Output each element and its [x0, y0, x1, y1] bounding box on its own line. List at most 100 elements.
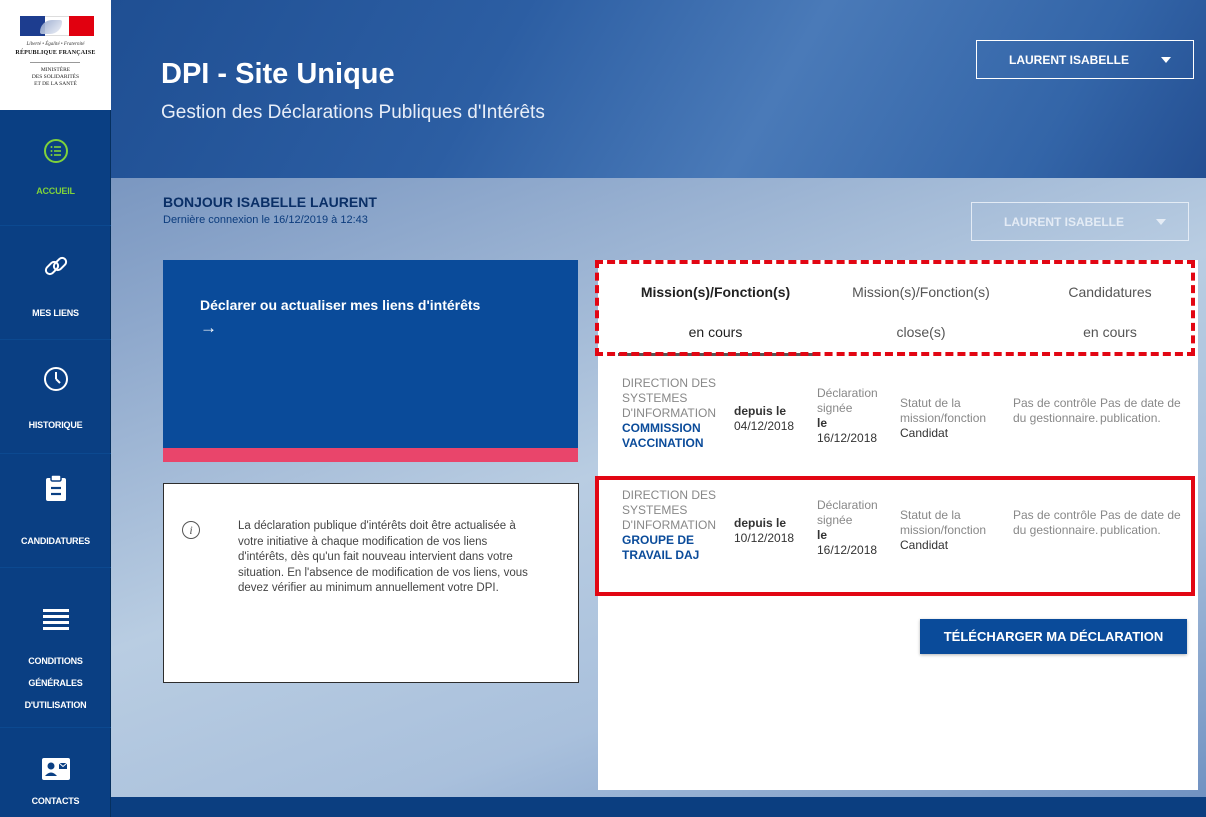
declaration-date: 16/12/2018 — [817, 431, 878, 445]
status-label: Statut de la mission/fonction — [900, 508, 987, 537]
mission-direction: DIRECTION DES SYSTEMES D'INFORMATION COM… — [622, 376, 737, 451]
logo-ministry-line: MINISTÈRE — [40, 67, 71, 73]
clipboard-icon — [45, 474, 66, 501]
sidebar-item-mes-liens[interactable]: MES LIENS — [0, 226, 111, 340]
declaration-date: 16/12/2018 — [817, 543, 878, 557]
mission-control: Pas de contrôle du gestionnaire. — [1013, 508, 1099, 537]
tab-candidatures-en-cours[interactable]: Candidatures en cours — [1030, 282, 1190, 342]
list-circle-icon — [43, 139, 68, 163]
direction-line: SYSTEMES — [622, 503, 688, 517]
sidebar-item-label: D'UTILISATION — [24, 700, 87, 710]
direction-line: SYSTEMES — [622, 391, 688, 405]
sidebar-item-label: HISTORIQUE — [28, 420, 83, 430]
logo-divider — [30, 62, 80, 63]
declaration-le: le — [817, 416, 828, 430]
tab-label: Candidatures — [1068, 284, 1152, 300]
since-label: depuis le — [734, 516, 787, 530]
declare-interests-card[interactable]: Déclarer ou actualiser mes liens d'intér… — [163, 260, 578, 462]
tab-label: Mission(s)/Fonction(s) — [852, 284, 990, 300]
tab-missions-en-cours[interactable]: Mission(s)/Fonction(s) en cours — [618, 282, 813, 342]
mission-since: depuis le 10/12/2018 — [734, 516, 796, 546]
status-value: Candidat — [900, 538, 949, 552]
sidebar-item-label: CONTACTS — [31, 796, 80, 806]
logo-ministry-line: DES SOLIDARITÉS — [31, 74, 80, 80]
mission-organization: TRAVAIL DAJ — [622, 548, 700, 562]
download-declaration-button[interactable]: TÉLÉCHARGER MA DÉCLARATION — [920, 619, 1187, 654]
declare-interests-label: Déclarer ou actualiser mes liens d'intér… — [200, 297, 481, 313]
mission-declaration: Déclaration signée le 16/12/2018 — [817, 498, 892, 558]
menu-lines-icon — [42, 609, 69, 630]
declaration-le: le — [817, 528, 828, 542]
mission-organization: COMMISSION — [622, 421, 701, 435]
clock-icon — [43, 367, 68, 391]
status-label: Statut de la mission/fonction — [900, 396, 987, 425]
arrow-right-icon: → — [200, 318, 217, 337]
logo-republic: RÉPUBLIQUE FRANÇAISE — [15, 50, 96, 56]
last-login-text: Dernière connexion le 16/12/2019 à 12:43 — [163, 214, 368, 226]
mission-organization: GROUPE DE — [622, 533, 695, 547]
logo-motto: Liberté • Égalité • Fraternité — [26, 42, 85, 47]
app-subtitle: Gestion des Déclarations Publiques d'Int… — [161, 102, 545, 123]
user-select-dropdown[interactable]: LAURENT ISABELLE — [971, 202, 1189, 241]
sidebar-item-accueil[interactable]: ACCUEIL — [0, 110, 111, 226]
tab-label: Mission(s)/Fonction(s) — [640, 284, 791, 300]
ministry-logo[interactable]: Liberté • Égalité • Fraternité RÉPUBLIQU… — [0, 0, 111, 110]
footer-band — [111, 797, 1206, 817]
declaration-label: signée — [817, 513, 853, 527]
app-title: DPI - Site Unique — [161, 58, 395, 90]
logo-ministry: MINISTÈRE DES SOLIDARITÉS ET DE LA SANTÉ — [0, 67, 111, 88]
tab-label-sub: en cours — [1083, 324, 1137, 340]
mission-status: Statut de la mission/fonction Candidat — [900, 396, 1015, 441]
active-tab-indicator — [618, 353, 818, 356]
direction-line: D'INFORMATION — [622, 518, 717, 532]
user-menu-button[interactable]: LAURENT ISABELLE — [976, 40, 1194, 79]
sidebar-item-label: GÉNÉRALES — [28, 678, 83, 688]
logo-ministry-line: ET DE LA SANTÉ — [34, 81, 77, 87]
tab-missions-closes[interactable]: Mission(s)/Fonction(s) close(s) — [826, 282, 1016, 342]
direction-line: DIRECTION DES — [622, 488, 717, 502]
declaration-label: Déclaration — [817, 498, 878, 512]
card-accent-bar — [163, 448, 578, 462]
sidebar-item-label: CONDITIONS — [28, 656, 83, 666]
sidebar-item-contacts[interactable]: CONTACTS — [0, 728, 111, 817]
since-label: depuis le — [734, 404, 787, 418]
info-card: i La déclaration publique d'intérêts doi… — [163, 483, 579, 683]
status-value: Candidat — [900, 426, 949, 440]
direction-line: DIRECTION DES — [622, 376, 717, 390]
mission-row[interactable]: DIRECTION DES SYSTEMES D'INFORMATION COM… — [598, 376, 1198, 471]
sidebar-item-candidatures[interactable]: CANDIDATURES — [0, 454, 111, 568]
sidebar-item-label: ACCUEIL — [36, 186, 75, 196]
link-icon — [44, 256, 67, 276]
mission-status: Statut de la mission/fonction Candidat — [900, 508, 1015, 553]
mission-control: Pas de contrôle du gestionnaire. — [1013, 396, 1099, 425]
header: DPI - Site Unique Gestion des Déclaratio… — [111, 0, 1206, 178]
since-date: 10/12/2018 — [734, 531, 795, 545]
caret-down-icon — [1156, 219, 1166, 225]
greeting-title: BONJOUR ISABELLE LAURENT — [163, 194, 377, 210]
sidebar-item-historique[interactable]: HISTORIQUE — [0, 340, 111, 454]
info-icon: i — [182, 521, 200, 539]
contact-card-icon — [41, 758, 70, 780]
user-menu-label: LAURENT ISABELLE — [1009, 52, 1129, 67]
tab-label-sub: en cours — [688, 324, 743, 340]
sidebar-item-conditions[interactable]: CONDITIONS GÉNÉRALES D'UTILISATION — [0, 568, 111, 728]
tab-label-sub: close(s) — [896, 324, 946, 340]
caret-down-icon — [1161, 57, 1171, 63]
mission-publication: Pas de date de publication. — [1100, 396, 1181, 425]
mission-since: depuis le 04/12/2018 — [734, 404, 796, 434]
missions-panel: Mission(s)/Fonction(s) en cours Mission(… — [595, 260, 1198, 790]
mission-row[interactable]: DIRECTION DES SYSTEMES D'INFORMATION GRO… — [598, 488, 1198, 583]
sidebar-item-label: MES LIENS — [32, 308, 79, 318]
mission-direction: DIRECTION DES SYSTEMES D'INFORMATION GRO… — [622, 488, 737, 563]
mission-organization: VACCINATION — [622, 436, 704, 450]
info-text: La déclaration publique d'intérêts doit … — [238, 520, 528, 594]
sidebar: Liberté • Égalité • Fraternité RÉPUBLIQU… — [0, 0, 111, 817]
mission-publication: Pas de date de publication. — [1100, 508, 1181, 537]
since-date: 04/12/2018 — [734, 419, 795, 433]
user-select-label: LAURENT ISABELLE — [1004, 214, 1124, 229]
mission-declaration: Déclaration signée le 16/12/2018 — [817, 386, 892, 446]
sidebar-item-label: CANDIDATURES — [21, 536, 90, 546]
declaration-label: signée — [817, 401, 853, 415]
declaration-label: Déclaration — [817, 386, 878, 400]
direction-line: D'INFORMATION — [622, 406, 717, 420]
